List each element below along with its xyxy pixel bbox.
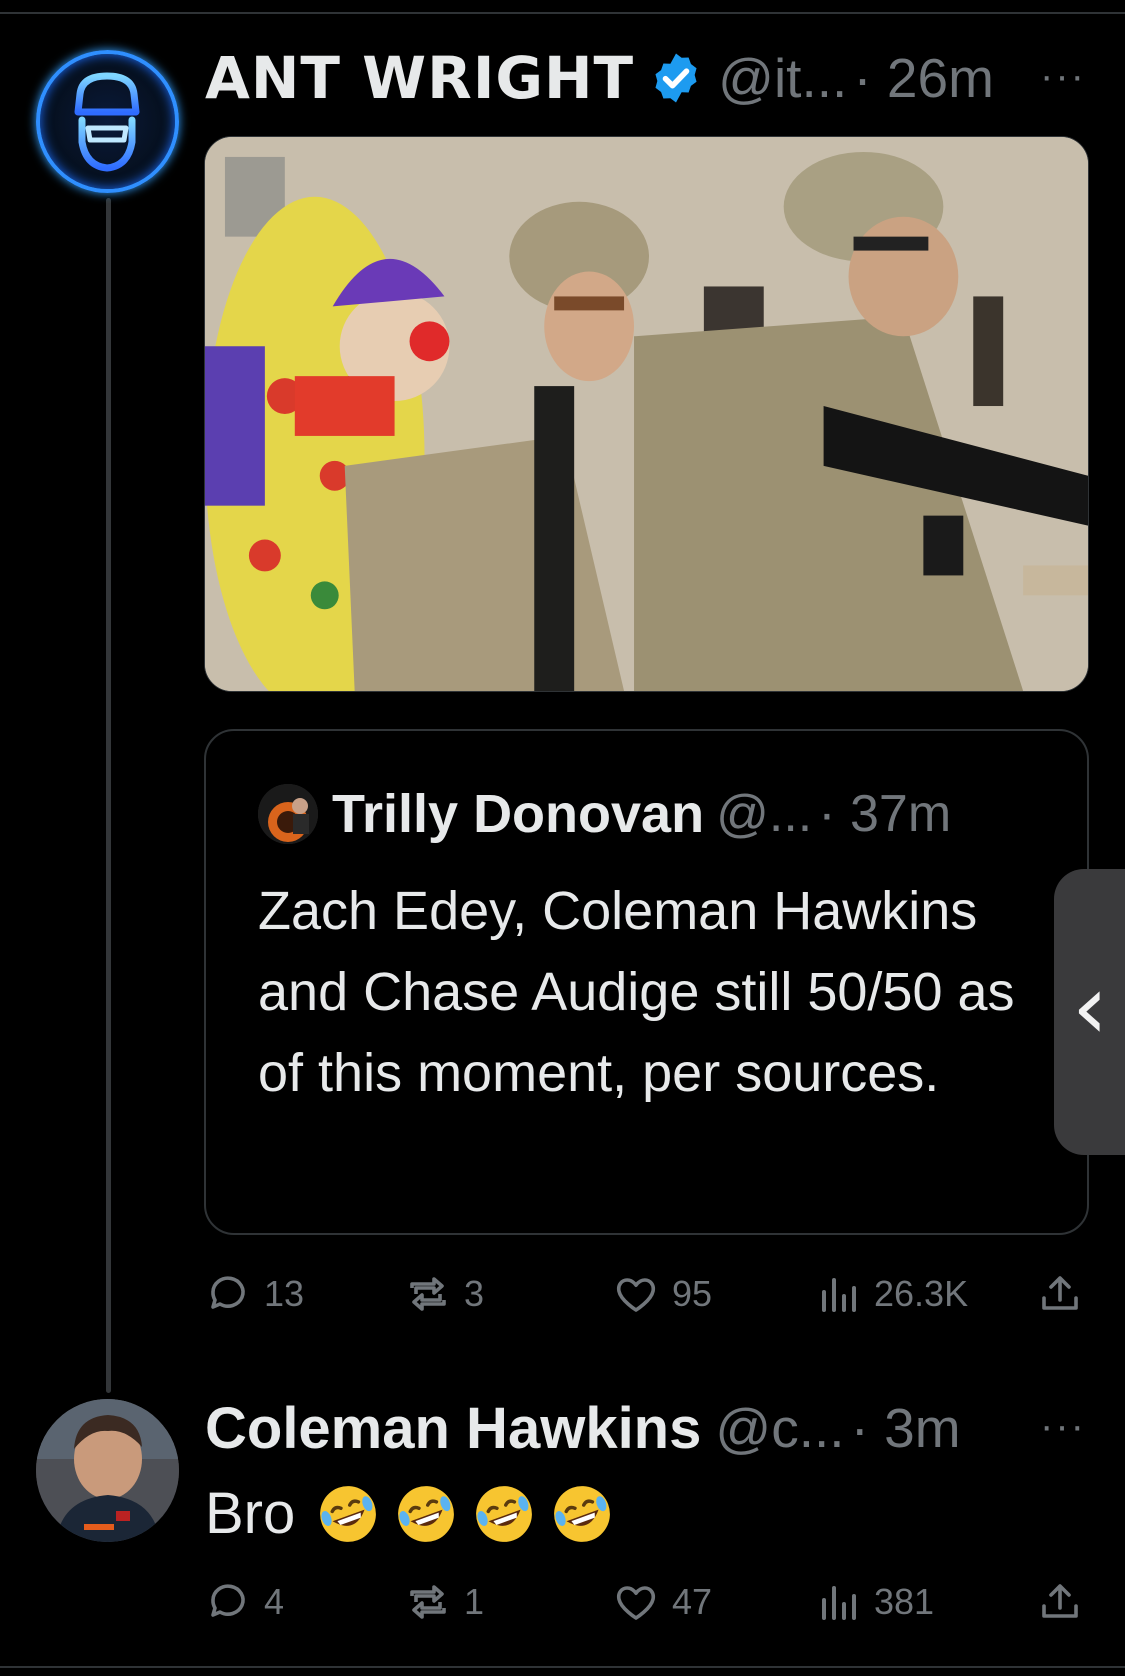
views-button[interactable]: 381 — [814, 1578, 934, 1626]
thread-connector-line — [106, 198, 111, 1393]
like-icon — [616, 1586, 656, 1620]
views-count: 26.3K — [874, 1273, 969, 1314]
tweet-media-image[interactable] — [204, 136, 1089, 692]
rofl-emoji-icon — [554, 1485, 611, 1542]
views-count: 381 — [874, 1581, 935, 1622]
reply-body: Bro — [205, 1480, 613, 1547]
quoted-tweet-header: Trilly Donovan @... · 37m — [258, 783, 951, 845]
like-count: 47 — [672, 1581, 713, 1622]
quoted-author-avatar — [258, 784, 318, 844]
rofl-emoji-icon — [398, 1485, 455, 1542]
repost-icon — [410, 1277, 446, 1311]
verified-badge-icon — [655, 53, 697, 103]
repost-button[interactable]: 1 — [404, 1578, 484, 1626]
like-button[interactable]: 95 — [612, 1270, 712, 1318]
reply-icon — [211, 1276, 245, 1309]
rofl-emoji-icon — [320, 1485, 377, 1542]
hat-face-logo-icon — [64, 72, 150, 172]
repost-button[interactable]: 3 — [404, 1270, 484, 1318]
views-icon — [822, 1278, 856, 1312]
share-button[interactable] — [1036, 1578, 1084, 1626]
reply-action-bar: 4 1 47 381 — [204, 1578, 1084, 1630]
share-button[interactable] — [1036, 1270, 1084, 1318]
like-button[interactable]: 47 — [612, 1578, 712, 1626]
rofl-emoji-icon — [476, 1485, 533, 1542]
quoted-tweet-card[interactable]: Trilly Donovan @... · 37m Zach Edey, Col… — [204, 729, 1089, 1235]
author-avatar[interactable] — [36, 50, 179, 193]
reply-more-icon[interactable]: ··· — [1040, 1404, 1086, 1449]
tweet-action-bar: 13 3 95 26.3K — [204, 1270, 1084, 1322]
views-button[interactable]: 26.3K — [814, 1270, 968, 1318]
bottom-divider — [0, 1666, 1125, 1668]
reply-header: Coleman Hawkins @c... · 3m — [205, 1394, 961, 1462]
clown-with-soldiers-photo — [205, 137, 1088, 691]
repost-icon — [410, 1585, 446, 1619]
author-handle[interactable]: @it... — [718, 46, 847, 110]
quoted-author-handle[interactable]: @... — [716, 784, 812, 844]
repost-count: 3 — [464, 1273, 485, 1314]
reply-time[interactable]: · 3m — [851, 1396, 961, 1460]
quoted-tweet-text: Zach Edey, Coleman Hawkins and Chase Aud… — [258, 881, 1015, 1103]
chevron-left-icon: ‹ — [1072, 955, 1108, 1060]
reply-count: 13 — [264, 1273, 305, 1314]
tweet-time[interactable]: · 26m — [853, 46, 994, 110]
like-icon — [616, 1278, 656, 1312]
like-count: 95 — [672, 1273, 713, 1314]
reply-author-avatar[interactable] — [36, 1399, 179, 1542]
share-icon — [1042, 1276, 1078, 1310]
more-icon[interactable]: ··· — [1040, 54, 1086, 99]
reply-button[interactable]: 4 — [204, 1578, 284, 1626]
quoted-author-name[interactable]: Trilly Donovan — [332, 783, 704, 845]
top-divider — [0, 12, 1125, 14]
author-name[interactable]: ANT WRIGHT — [205, 44, 634, 112]
tweet-header: ANT WRIGHT @it... · 26m — [205, 44, 994, 112]
share-icon — [1042, 1584, 1078, 1618]
views-icon — [822, 1586, 856, 1620]
reply-icon — [211, 1584, 245, 1617]
reply-author-handle[interactable]: @c... — [715, 1396, 844, 1460]
side-panel-handle[interactable]: ‹ — [1054, 869, 1125, 1155]
reply-button[interactable]: 13 — [204, 1270, 304, 1318]
repost-count: 1 — [464, 1581, 485, 1622]
reply-author-name[interactable]: Coleman Hawkins — [205, 1395, 701, 1462]
reply-text: Bro — [205, 1481, 296, 1546]
quoted-tweet-time: · 37m — [818, 785, 952, 843]
reply-count: 4 — [264, 1581, 285, 1622]
